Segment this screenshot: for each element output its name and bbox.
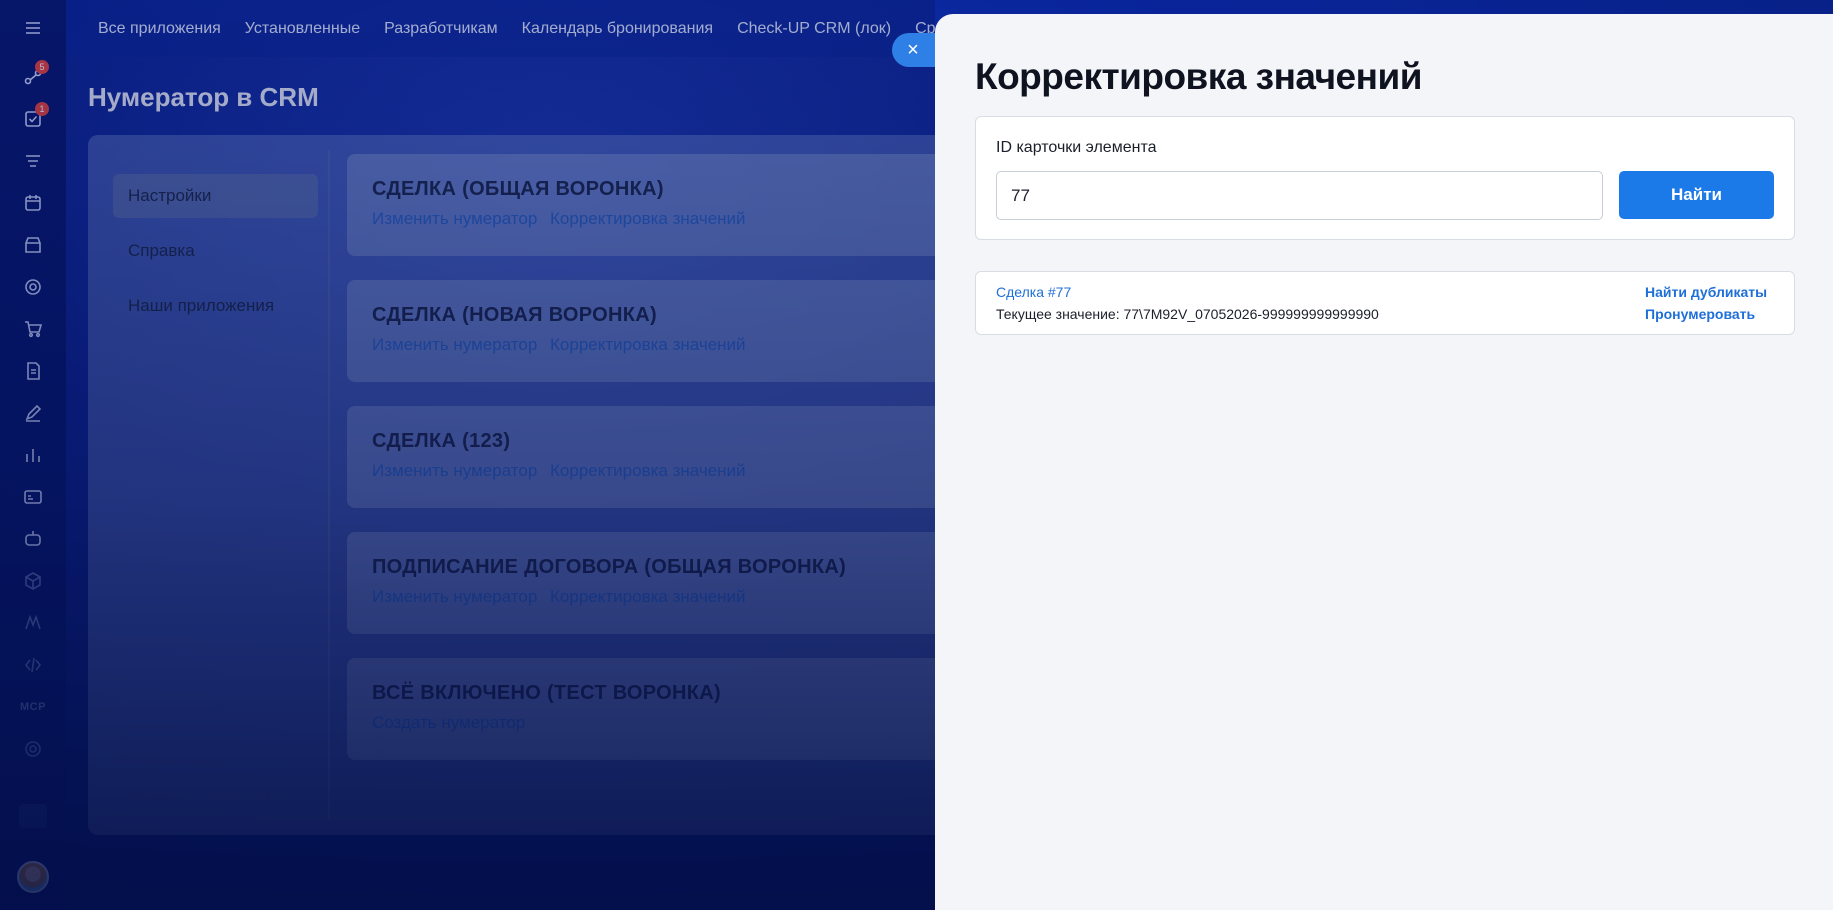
rail-item-shop[interactable] bbox=[0, 308, 66, 350]
robot-icon bbox=[25, 531, 41, 546]
pen-icon bbox=[25, 404, 42, 422]
rail-item-mcp[interactable]: MCP bbox=[0, 686, 66, 728]
filter-icon bbox=[26, 155, 40, 167]
adjust-values-link[interactable]: Корректировка значений bbox=[550, 461, 746, 480]
search-section: ID карточки элемента Найти bbox=[975, 116, 1795, 240]
pipeline-card: ПОДПИСАНИЕ ДОГОВОРА (ОБЩАЯ ВОРОНКА) Изме… bbox=[347, 532, 987, 634]
nav-item-developers[interactable]: Разработчикам bbox=[384, 20, 498, 38]
element-id-input[interactable] bbox=[996, 171, 1603, 220]
nav-item-all-apps[interactable]: Все приложения bbox=[98, 20, 221, 38]
edit-numerator-link[interactable]: Изменить нумератор bbox=[372, 461, 537, 480]
pipeline-card: ВСЁ ВКЛЮЧЕНО (ТЕСТ ВОРОНКА) Создать нуме… bbox=[347, 658, 987, 760]
left-rail: 5 1 MCP bbox=[0, 0, 66, 910]
document-edit-icon bbox=[27, 362, 40, 380]
rail-item-goals[interactable] bbox=[0, 266, 66, 308]
rail-item-docs[interactable] bbox=[0, 350, 66, 392]
code-icon bbox=[24, 657, 42, 673]
rail-item-filter[interactable] bbox=[0, 140, 66, 182]
pipeline-title: СДЕЛКА (НОВАЯ ВОРОНКА) bbox=[372, 304, 657, 326]
hamburger-icon bbox=[26, 22, 40, 34]
adjust-values-link[interactable]: Корректировка значений bbox=[550, 587, 746, 606]
bottom-links: Оставить отзыв Связаться с поддержкой bbox=[117, 745, 289, 811]
nav-item-booking-calendar[interactable]: Календарь бронирования bbox=[522, 20, 713, 38]
pipeline-card: СДЕЛКА (123) Изменить нумератор Корректи… bbox=[347, 406, 987, 508]
avatar[interactable] bbox=[17, 861, 49, 893]
create-numerator-link[interactable]: Создать нумератор bbox=[372, 713, 525, 732]
app-menu: Настройки Справка Наши приложения bbox=[113, 174, 318, 339]
rail-item-analytics[interactable] bbox=[0, 434, 66, 476]
rail-item-store[interactable] bbox=[0, 224, 66, 266]
pipeline-title: ПОДПИСАНИЕ ДОГОВОРА (ОБЩАЯ ВОРОНКА) bbox=[372, 556, 847, 578]
rail-item-calendar[interactable] bbox=[0, 182, 66, 224]
deal-link[interactable]: Сделка #77 bbox=[996, 284, 1071, 300]
calendar-icon bbox=[25, 195, 41, 211]
gear-icon bbox=[25, 741, 41, 757]
menu-item-help[interactable]: Справка bbox=[113, 229, 318, 273]
store-icon bbox=[25, 237, 41, 253]
close-icon: × bbox=[907, 38, 919, 61]
search-result: Сделка #77 Текущее значение: 77\7M92V_07… bbox=[975, 271, 1795, 335]
edit-numerator-link[interactable]: Изменить нумератор bbox=[372, 587, 537, 606]
menu-divider bbox=[328, 150, 330, 820]
rail-item-settings[interactable] bbox=[0, 728, 66, 770]
cube-icon bbox=[25, 572, 41, 590]
edit-numerator-link[interactable]: Изменить нумератор bbox=[372, 209, 537, 228]
rail-item-marketing[interactable] bbox=[0, 602, 66, 644]
support-link[interactable]: Связаться с поддержкой bbox=[117, 778, 289, 811]
menu-item-settings[interactable]: Настройки bbox=[113, 174, 318, 218]
current-value-text: Текущее значение: 77\7M92V_07052026-9999… bbox=[996, 306, 1379, 322]
rail-item-box[interactable] bbox=[0, 560, 66, 602]
adjust-values-link[interactable]: Корректировка значений bbox=[550, 209, 746, 228]
target-icon bbox=[25, 279, 41, 295]
pipeline-list: СДЕЛКА (ОБЩАЯ ВОРОНКА) Изменить нумерато… bbox=[347, 154, 987, 784]
renumber-link[interactable]: Пронумеровать bbox=[1645, 306, 1755, 322]
panel-title: Корректировка значений bbox=[975, 56, 1422, 97]
notification-badge: 5 bbox=[35, 60, 49, 74]
find-duplicates-link[interactable]: Найти дубликаты bbox=[1645, 284, 1767, 300]
mcp-label: MCP bbox=[20, 701, 46, 713]
cart-icon bbox=[25, 321, 43, 338]
element-id-label: ID карточки элемента bbox=[996, 139, 1157, 156]
pipeline-card: СДЕЛКА (НОВАЯ ВОРОНКА) Изменить нумерато… bbox=[347, 280, 987, 382]
id-card-icon bbox=[24, 490, 42, 504]
pipeline-title: ВСЁ ВКЛЮЧЕНО (ТЕСТ ВОРОНКА) bbox=[372, 682, 721, 704]
pipeline-card: СДЕЛКА (ОБЩАЯ ВОРОНКА) Изменить нумерато… bbox=[347, 154, 987, 256]
rail-item-tasks[interactable]: 1 bbox=[0, 98, 66, 140]
adjust-values-panel: Корректировка значений ID карточки элеме… bbox=[935, 14, 1833, 910]
menu-item-our-apps[interactable]: Наши приложения bbox=[113, 284, 318, 328]
rail-item-dev[interactable] bbox=[0, 644, 66, 686]
edit-numerator-link[interactable]: Изменить нумератор bbox=[372, 335, 537, 354]
pipeline-title: СДЕЛКА (ОБЩАЯ ВОРОНКА) bbox=[372, 178, 664, 200]
menu-toggle[interactable] bbox=[0, 0, 66, 56]
bar-chart-icon bbox=[26, 449, 40, 462]
feedback-link[interactable]: Оставить отзыв bbox=[117, 745, 289, 778]
nav-item-installed[interactable]: Установленные bbox=[245, 20, 360, 38]
rail-item-activity[interactable]: 5 bbox=[0, 56, 66, 98]
find-button[interactable]: Найти bbox=[1619, 171, 1774, 219]
help-button[interactable] bbox=[19, 804, 47, 828]
brand-m-icon bbox=[25, 614, 41, 630]
notification-badge: 1 bbox=[35, 102, 49, 116]
nav-item-checkup-crm[interactable]: Check-UP CRM (лок) bbox=[737, 20, 891, 38]
adjust-values-link[interactable]: Корректировка значений bbox=[550, 335, 746, 354]
rail-item-bot[interactable] bbox=[0, 518, 66, 560]
rail-item-cards[interactable] bbox=[0, 476, 66, 518]
rail-item-sign[interactable] bbox=[0, 392, 66, 434]
page-title: Нумератор в CRM bbox=[88, 82, 319, 112]
pipeline-title: СДЕЛКА (123) bbox=[372, 430, 511, 452]
